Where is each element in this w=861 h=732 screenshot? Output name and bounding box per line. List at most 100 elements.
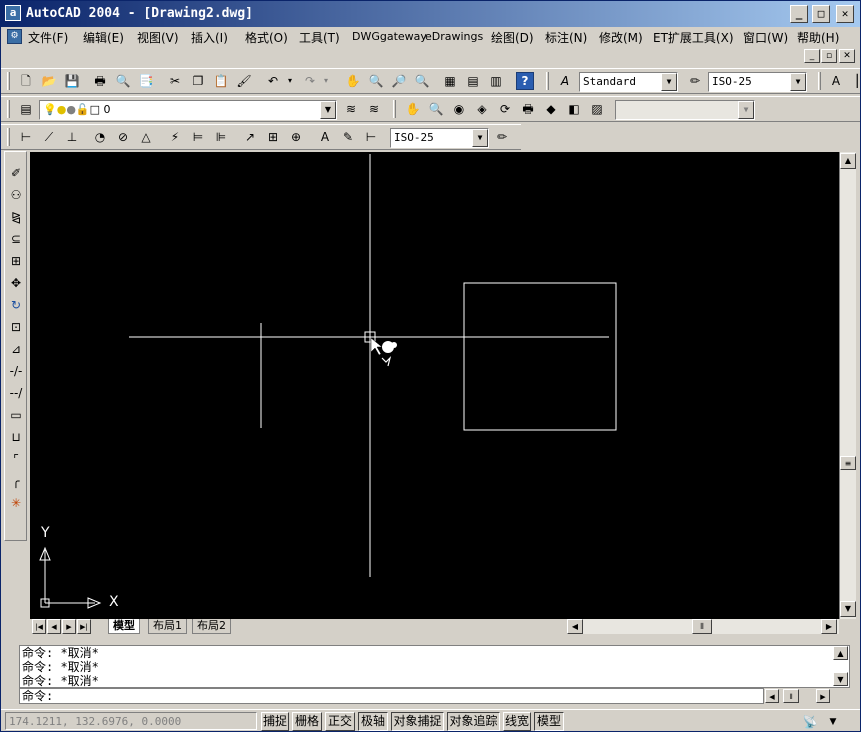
- chevron-down-icon[interactable]: ▼: [790, 73, 806, 91]
- redo-icon[interactable]: ↷: [301, 72, 319, 90]
- scroll-left-button[interactable]: ◀: [567, 619, 583, 634]
- fillet-icon[interactable]: ╭: [7, 472, 25, 490]
- first-tab-button[interactable]: |◀: [32, 619, 46, 634]
- text-style-icon[interactable]: 𝘈: [556, 72, 574, 90]
- grid-toggle[interactable]: 栅格: [292, 712, 322, 731]
- document-icon[interactable]: ⚙: [7, 29, 22, 44]
- extend-icon[interactable]: --/: [7, 384, 25, 402]
- help-icon[interactable]: ?: [516, 72, 534, 90]
- zoom-realtime-icon[interactable]: 🔍: [367, 72, 385, 90]
- plot-icon[interactable]: 🖶: [519, 100, 537, 118]
- layer-previous-icon[interactable]: ≋: [365, 100, 383, 118]
- ordinate-dimension-icon[interactable]: ⊥: [63, 128, 81, 146]
- tab-model[interactable]: 模型: [108, 619, 140, 634]
- scroll-right-button[interactable]: ▶: [821, 619, 837, 634]
- print-preview-icon[interactable]: 🔍: [114, 72, 132, 90]
- toolbar-grip[interactable]: [818, 72, 821, 90]
- chevron-down-icon[interactable]: ▼: [320, 101, 336, 119]
- trim-icon[interactable]: -/-: [7, 362, 25, 380]
- break-at-point-icon[interactable]: ⊔: [7, 428, 25, 446]
- new-file-icon[interactable]: 🗋: [17, 72, 35, 90]
- command-scroll-up[interactable]: ▲: [833, 646, 848, 660]
- drawing-canvas[interactable]: X Y: [30, 152, 839, 619]
- toolbar-grip[interactable]: [7, 72, 10, 90]
- orbit-icon[interactable]: ⟳: [496, 100, 514, 118]
- tool-palettes-icon[interactable]: ▥: [487, 72, 505, 90]
- last-tab-button[interactable]: ▶|: [77, 619, 91, 634]
- copy-icon[interactable]: ❐: [189, 72, 207, 90]
- doc-minimize-button[interactable]: _: [804, 49, 820, 63]
- scroll-up-button[interactable]: ▲: [840, 153, 856, 169]
- undo-icon[interactable]: ↶: [264, 72, 282, 90]
- redo-dropdown-icon[interactable]: ▾: [321, 72, 331, 90]
- layer-select[interactable]: 💡●●🔓□ 0 ▼: [39, 100, 337, 120]
- print-icon[interactable]: 🖶: [91, 72, 109, 90]
- maximize-button[interactable]: □: [812, 5, 830, 23]
- command-scroll-right[interactable]: ▶: [816, 689, 830, 703]
- dimension-style-icon[interactable]: ✏: [493, 128, 511, 146]
- array-icon[interactable]: ⊞: [7, 252, 25, 270]
- prev-tab-button[interactable]: ◀: [47, 619, 61, 634]
- menu-edrawings[interactable]: eDrawings: [425, 30, 483, 43]
- quick-leader-icon[interactable]: ↗: [241, 128, 259, 146]
- snap-toggle[interactable]: 捕捉: [261, 712, 289, 731]
- menu-view[interactable]: 视图(V): [137, 29, 179, 46]
- rectangle[interactable]: [463, 282, 617, 431]
- lisp-icon[interactable]: ◧: [565, 100, 583, 118]
- copy-object-icon[interactable]: ⚇: [7, 186, 25, 204]
- dimension-update-icon[interactable]: ⊢: [362, 128, 380, 146]
- command-scroll-thumb[interactable]: ⦀: [783, 689, 799, 703]
- menu-draw[interactable]: 绘图(D): [491, 29, 534, 46]
- mirror-icon[interactable]: ⧎: [7, 208, 25, 226]
- zoom-window-icon[interactable]: 🔎: [390, 72, 408, 90]
- doc-close-button[interactable]: ✕: [839, 49, 855, 63]
- quick-dimension-icon[interactable]: ⚡: [166, 128, 184, 146]
- undo-dropdown-icon[interactable]: ▾: [285, 72, 295, 90]
- chevron-down-icon[interactable]: ▼: [661, 73, 677, 91]
- break-icon[interactable]: ▭: [7, 406, 25, 424]
- erase-icon[interactable]: ✐: [7, 164, 25, 182]
- radius-dimension-icon[interactable]: ◔: [91, 128, 109, 146]
- angular-dimension-icon[interactable]: △: [137, 128, 155, 146]
- vertical-scrollbar[interactable]: ▲ ≡ ▼: [839, 152, 856, 619]
- toolbar-grip[interactable]: [546, 72, 549, 90]
- rotate-icon[interactable]: ↻: [7, 296, 25, 314]
- chevron-down-icon[interactable]: ▼: [738, 101, 754, 119]
- scroll-thumb[interactable]: ≡: [840, 456, 856, 470]
- chamfer-icon[interactable]: ⌜: [7, 450, 25, 468]
- toolbar-grip[interactable]: [7, 128, 10, 146]
- doc-restore-button[interactable]: ▫: [821, 49, 837, 63]
- render-icon[interactable]: ◉: [450, 100, 468, 118]
- menu-express-tools[interactable]: ET扩展工具(X): [653, 29, 734, 46]
- move-icon[interactable]: ✥: [7, 274, 25, 292]
- scale-icon[interactable]: ⊡: [7, 318, 25, 336]
- menu-dimension[interactable]: 标注(N): [545, 29, 587, 46]
- properties-icon[interactable]: ▦: [441, 72, 459, 90]
- linear-dimension-icon[interactable]: ⊢: [17, 128, 35, 146]
- scroll-down-button[interactable]: ▼: [840, 601, 856, 617]
- zoom-icon[interactable]: 🔍: [427, 100, 445, 118]
- dimension-edit-icon[interactable]: A: [316, 128, 334, 146]
- express-tool-icon[interactable]: ◆: [542, 100, 560, 118]
- ortho-toggle[interactable]: 正交: [325, 712, 355, 731]
- paste-icon[interactable]: 📋: [212, 72, 230, 90]
- horizontal-scroll-thumb[interactable]: ⦀: [692, 619, 712, 634]
- tab-layout1[interactable]: 布局1: [148, 619, 187, 634]
- tray-menu-icon[interactable]: ▼: [824, 713, 842, 731]
- match-properties-icon[interactable]: 🖌: [235, 72, 253, 90]
- communication-center-icon[interactable]: 📡: [801, 713, 819, 731]
- save-icon[interactable]: 💾: [63, 72, 81, 90]
- menu-window[interactable]: 窗口(W): [743, 29, 788, 46]
- pan-icon[interactable]: ✋: [404, 100, 422, 118]
- continue-dimension-icon[interactable]: ⊫: [212, 128, 230, 146]
- menu-insert[interactable]: 插入(I): [191, 29, 228, 46]
- toolbar-grip[interactable]: [393, 100, 396, 118]
- tab-layout2[interactable]: 布局2: [192, 619, 231, 634]
- dimension-text-edit-icon[interactable]: ✎: [339, 128, 357, 146]
- osnap-toggle[interactable]: 对象捕捉: [391, 712, 444, 731]
- publish-icon[interactable]: 📑: [137, 72, 155, 90]
- next-tab-button[interactable]: ▶: [62, 619, 76, 634]
- layer-manager-icon[interactable]: ▤: [17, 100, 35, 118]
- realtime-pan-icon[interactable]: ✋: [344, 72, 362, 90]
- cut-icon[interactable]: ✂: [166, 72, 184, 90]
